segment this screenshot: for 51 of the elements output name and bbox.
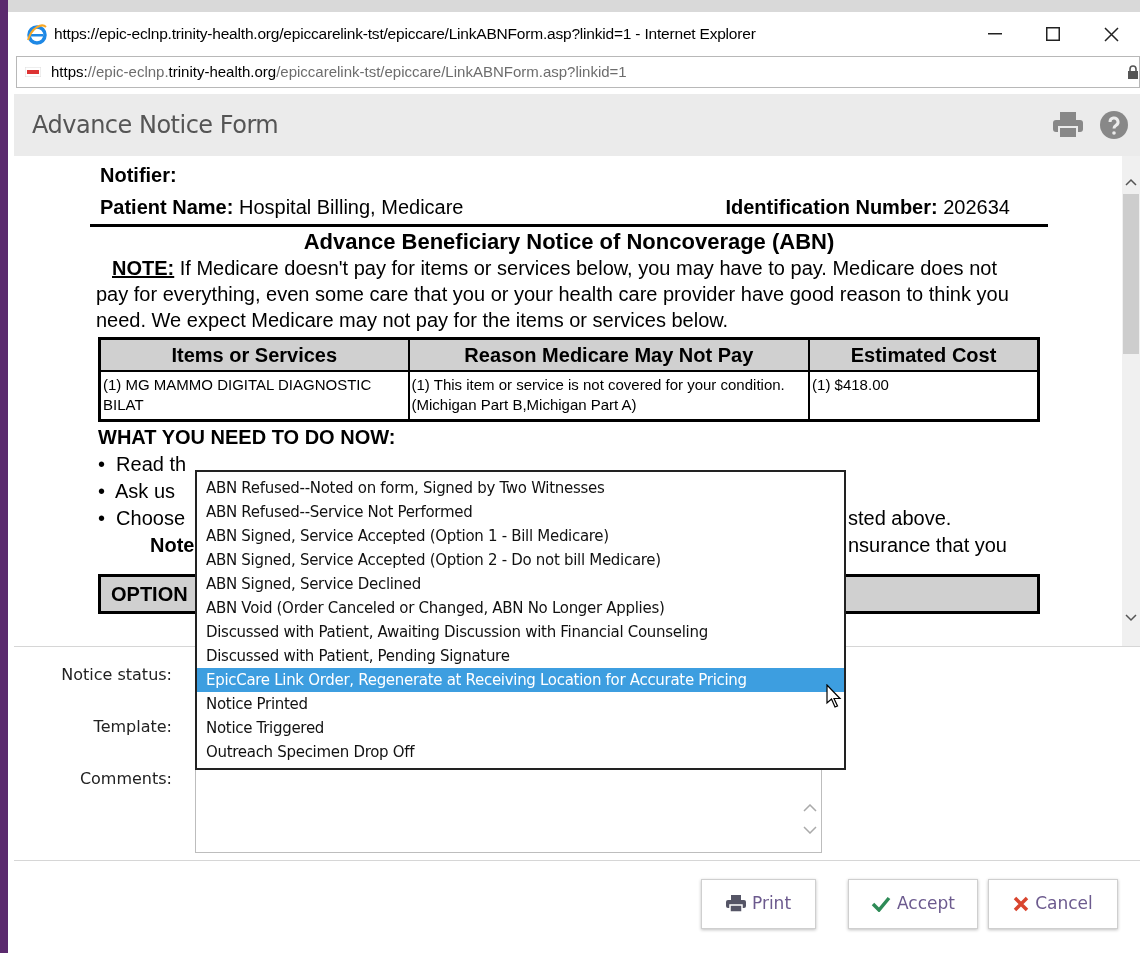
lock-icon bbox=[1127, 65, 1139, 79]
dropdown-option[interactable]: ABN Signed, Service Declined bbox=[197, 572, 844, 596]
dropdown-option[interactable]: ABN Refused--Service Not Performed bbox=[197, 500, 844, 524]
dropdown-option[interactable]: Notice Triggered bbox=[197, 716, 844, 740]
column-header: Reason Medicare May Not Pay bbox=[408, 338, 810, 371]
check-icon bbox=[871, 896, 891, 912]
minimize-icon bbox=[988, 33, 1002, 35]
help-icon[interactable] bbox=[1100, 111, 1128, 139]
scrollbar[interactable] bbox=[1122, 156, 1140, 646]
dropdown-option[interactable]: Notice Printed bbox=[197, 692, 844, 716]
maximize-icon bbox=[1046, 27, 1060, 41]
patient-name: Patient Name: Hospital Billing, Medicare bbox=[100, 195, 464, 220]
url-text: https://epic-eclnp.trinity-health.org/epiccarelink-tst/epiccare/LinkABNForm.asp?linkid=1 bbox=[51, 61, 627, 82]
dropdown-option[interactable]: Outreach Specimen Drop Off bbox=[197, 740, 844, 764]
column-header: Items or Services bbox=[99, 338, 409, 371]
scroll-up-icon[interactable] bbox=[1125, 178, 1137, 186]
browser-logo-icon bbox=[26, 23, 48, 45]
mouse-pointer-icon bbox=[826, 684, 842, 708]
print-button[interactable]: Print bbox=[701, 879, 816, 929]
notice-title: Advance Beneficiary Notice of Noncoverage (ABN) bbox=[303, 229, 835, 255]
site-icon bbox=[25, 67, 41, 77]
form-title: Advance Notice Form bbox=[32, 110, 279, 141]
section-heading: WHAT YOU NEED TO DO NOW: bbox=[98, 425, 396, 450]
note-paragraph: NOTE: If Medicare doesn't pay for items or services below, you may have to pay. Medicare does not pay for everything, even some care that you or your health care provider have good reason to think you need. We expect Medicare may not pay for the items or services below. bbox=[96, 256, 1010, 333]
close-icon bbox=[1103, 26, 1119, 42]
dropdown-option[interactable]: Discussed with Patient, Pending Signature bbox=[197, 644, 844, 668]
field-label: Comments: bbox=[79, 768, 172, 790]
options-heading: OPTION bbox=[111, 582, 188, 607]
window-title: https://epic-eclnp.trinity-health.org/epiccarelink-tst/epiccare/LinkABNForm.asp?linkid=1 - Internet Explorer bbox=[54, 24, 756, 45]
print-icon bbox=[725, 895, 746, 913]
cancel-button[interactable]: Cancel bbox=[988, 879, 1118, 929]
dropdown-option[interactable]: Discussed with Patient, Awaiting Discussion with Financial Counseling bbox=[197, 620, 844, 644]
list-item-text: • Ask us bbox=[98, 478, 176, 504]
note-label: Note bbox=[150, 532, 195, 558]
list-item-text: • Read th bbox=[98, 451, 187, 477]
identification-number: Identification Number: 202634 bbox=[725, 195, 1010, 220]
field-label: Notice status: bbox=[61, 664, 172, 686]
dropdown-option[interactable]: ABN Void (Order Canceled or Changed, ABN No Longer Applies) bbox=[197, 596, 844, 620]
list-item-text: sted above. bbox=[848, 505, 952, 531]
dropdown-option[interactable]: ABN Signed, Service Accepted (Option 2 - Do not bill Medicare) bbox=[197, 548, 844, 572]
notifier-label: Notifier: bbox=[100, 163, 177, 188]
dropdown-option[interactable]: ABN Signed, Service Accepted (Option 1 - Bill Medicare) bbox=[197, 524, 844, 548]
print-icon[interactable] bbox=[1052, 111, 1084, 139]
list-item-text: nsurance that you bbox=[848, 532, 1007, 558]
dropdown-option[interactable]: ABN Refused--Noted on form, Signed by Two Witnesses bbox=[197, 476, 844, 500]
list-item-text: • Choose bbox=[98, 505, 186, 531]
field-label: Template: bbox=[93, 716, 172, 738]
accept-button[interactable]: Accept bbox=[848, 879, 978, 929]
address-bar[interactable]: https://epic-eclnp.trinity-health.org/epiccarelink-tst/epiccare/LinkABNForm.asp?linkid=1 bbox=[16, 56, 1140, 88]
scroll-down-icon[interactable] bbox=[1125, 614, 1137, 622]
close-icon bbox=[1013, 896, 1030, 912]
